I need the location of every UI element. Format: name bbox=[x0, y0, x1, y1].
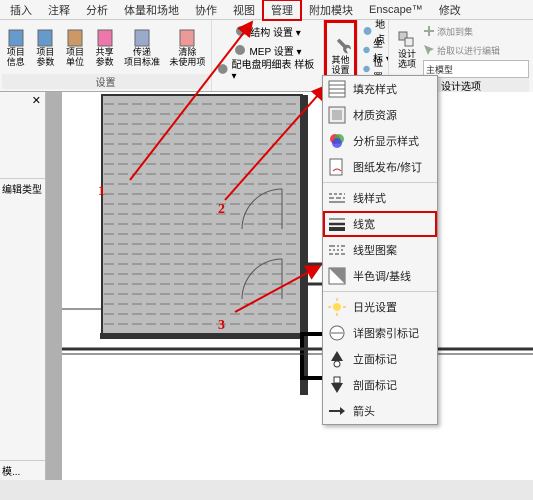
dd-item-lines-pat[interactable]: 线型图案 bbox=[323, 237, 437, 263]
panel-close-icon[interactable]: ✕ bbox=[28, 92, 45, 109]
panel2-row-0[interactable]: 结构 设置 ▾ bbox=[214, 22, 321, 40]
doc-icon bbox=[6, 28, 26, 48]
wrench-icon bbox=[331, 36, 351, 56]
ribbon-tab-4[interactable]: 协作 bbox=[187, 0, 225, 20]
ribbon-tab-3[interactable]: 体量和场地 bbox=[116, 0, 187, 20]
dd-item-lines-dash[interactable]: 线样式 bbox=[323, 185, 437, 211]
annotation-2: 2 bbox=[218, 202, 225, 218]
gear-icon bbox=[234, 24, 248, 38]
pick-edit-button[interactable]: 拾取以进行编辑 bbox=[423, 41, 529, 59]
ribbon-btn-项目单位[interactable]: 项目 单位 bbox=[61, 22, 89, 74]
mat-icon bbox=[327, 105, 347, 125]
dd-item-section[interactable]: 剖面标记 bbox=[323, 372, 437, 398]
hatch-icon bbox=[327, 79, 347, 99]
floor-plan-drawing bbox=[62, 92, 533, 480]
ribbon-btn-项目参数[interactable]: 项目 参数 bbox=[32, 22, 60, 74]
rgb-icon bbox=[327, 131, 347, 151]
dd-item-sun[interactable]: 日光设置 bbox=[323, 294, 437, 320]
dd-item-elev[interactable]: 立面标记 bbox=[323, 346, 437, 372]
ribbon-tab-5[interactable]: 视图 bbox=[225, 0, 263, 20]
doc-icon bbox=[132, 28, 152, 48]
ribbon-tab-2[interactable]: 分析 bbox=[78, 0, 116, 20]
ribbon-tab-6[interactable]: 管理 bbox=[263, 0, 301, 20]
lines-weight-icon bbox=[327, 214, 347, 234]
sun-icon bbox=[327, 297, 347, 317]
dd-item-callout[interactable]: 详图索引标记 bbox=[323, 320, 437, 346]
edit-type-label: 编辑类型 bbox=[0, 179, 45, 198]
dd-item-half[interactable]: 半色调/基线 bbox=[323, 263, 437, 289]
globe-icon bbox=[362, 62, 371, 76]
dd-item-mat[interactable]: 材质资源 bbox=[323, 102, 437, 128]
sheet-icon bbox=[327, 157, 347, 177]
dd-item-arrow-h[interactable]: 箭头 bbox=[323, 398, 437, 424]
doc-icon bbox=[65, 28, 85, 48]
design-options-button[interactable]: 设计 选项 bbox=[393, 22, 421, 78]
lines-dash-icon bbox=[327, 188, 347, 208]
doc-icon bbox=[177, 28, 197, 48]
dd-item-sheet[interactable]: 图纸发布/修订 bbox=[323, 154, 437, 180]
section-icon bbox=[327, 375, 347, 395]
add-icon bbox=[423, 25, 435, 37]
other-settings-dropdown: 填充样式材质资源分析显示样式图纸发布/修订线样式线宽线型图案半色调/基线日光设置… bbox=[322, 75, 438, 425]
ribbon-panel-settings: 项目 信息项目 参数项目 单位共享 参数传递 项目标准清除 未使用项 设置 bbox=[0, 20, 212, 91]
panel2-row-2[interactable]: 配电盘明细表 样板 ▾ bbox=[214, 60, 321, 78]
workspace: ✕ 编辑类型 模... bbox=[0, 92, 533, 480]
ribbon-tab-9[interactable]: 修改 bbox=[431, 0, 469, 20]
panel-title-settings: 设置 bbox=[2, 74, 209, 89]
doc-icon bbox=[35, 28, 55, 48]
lines-pat-icon bbox=[327, 240, 347, 260]
globe-icon bbox=[362, 43, 371, 57]
ribbon-btn-项目信息[interactable]: 项目 信息 bbox=[2, 22, 30, 74]
add-to-set-button[interactable]: 添加到集 bbox=[423, 22, 529, 40]
gear-icon bbox=[233, 43, 247, 57]
ribbon-btn-共享参数[interactable]: 共享 参数 bbox=[91, 22, 119, 74]
arrow-h-icon bbox=[327, 401, 347, 421]
other-settings-label: 其他 设置 bbox=[331, 56, 349, 76]
callout-icon bbox=[327, 323, 347, 343]
ribbon-btn-传递项目标准[interactable]: 传递 项目标准 bbox=[120, 22, 163, 74]
dd-item-lines-weight[interactable]: 线宽 bbox=[323, 211, 437, 237]
properties-panel: ✕ 编辑类型 模... bbox=[0, 92, 46, 480]
annotation-1: 1 bbox=[98, 184, 105, 200]
ribbon-tab-7[interactable]: 附加模块 bbox=[301, 0, 361, 20]
drawing-canvas[interactable]: 1 2 3 bbox=[46, 92, 533, 480]
ribbon-tab-8[interactable]: Enscape™ bbox=[361, 2, 431, 18]
side-footer-label: 模... bbox=[0, 460, 45, 480]
pick-icon bbox=[423, 44, 435, 56]
doc-icon bbox=[95, 28, 115, 48]
half-icon bbox=[327, 266, 347, 286]
ribbon-tab-0[interactable]: 插入 bbox=[2, 0, 40, 20]
design-options-icon bbox=[397, 30, 417, 50]
annotation-3: 3 bbox=[218, 318, 225, 334]
dd-item-rgb[interactable]: 分析显示样式 bbox=[323, 128, 437, 154]
gear-icon bbox=[216, 62, 230, 76]
ribbon-btn-清除未使用项[interactable]: 清除 未使用项 bbox=[166, 22, 209, 74]
ribbon-panel-sub: 结构 设置 ▾MEP 设置 ▾配电盘明细表 样板 ▾ bbox=[212, 20, 324, 91]
ribbon-tab-1[interactable]: 注释 bbox=[40, 0, 78, 20]
elev-icon bbox=[327, 349, 347, 369]
ribbon-tabs: 插入注释分析体量和场地协作视图管理附加模块Enscape™修改 bbox=[0, 0, 533, 20]
design-options-label: 设计 选项 bbox=[398, 50, 416, 70]
dd-item-hatch[interactable]: 填充样式 bbox=[323, 76, 437, 102]
globe-icon bbox=[362, 24, 373, 38]
main-model-combo[interactable]: 主模型 bbox=[423, 60, 529, 78]
